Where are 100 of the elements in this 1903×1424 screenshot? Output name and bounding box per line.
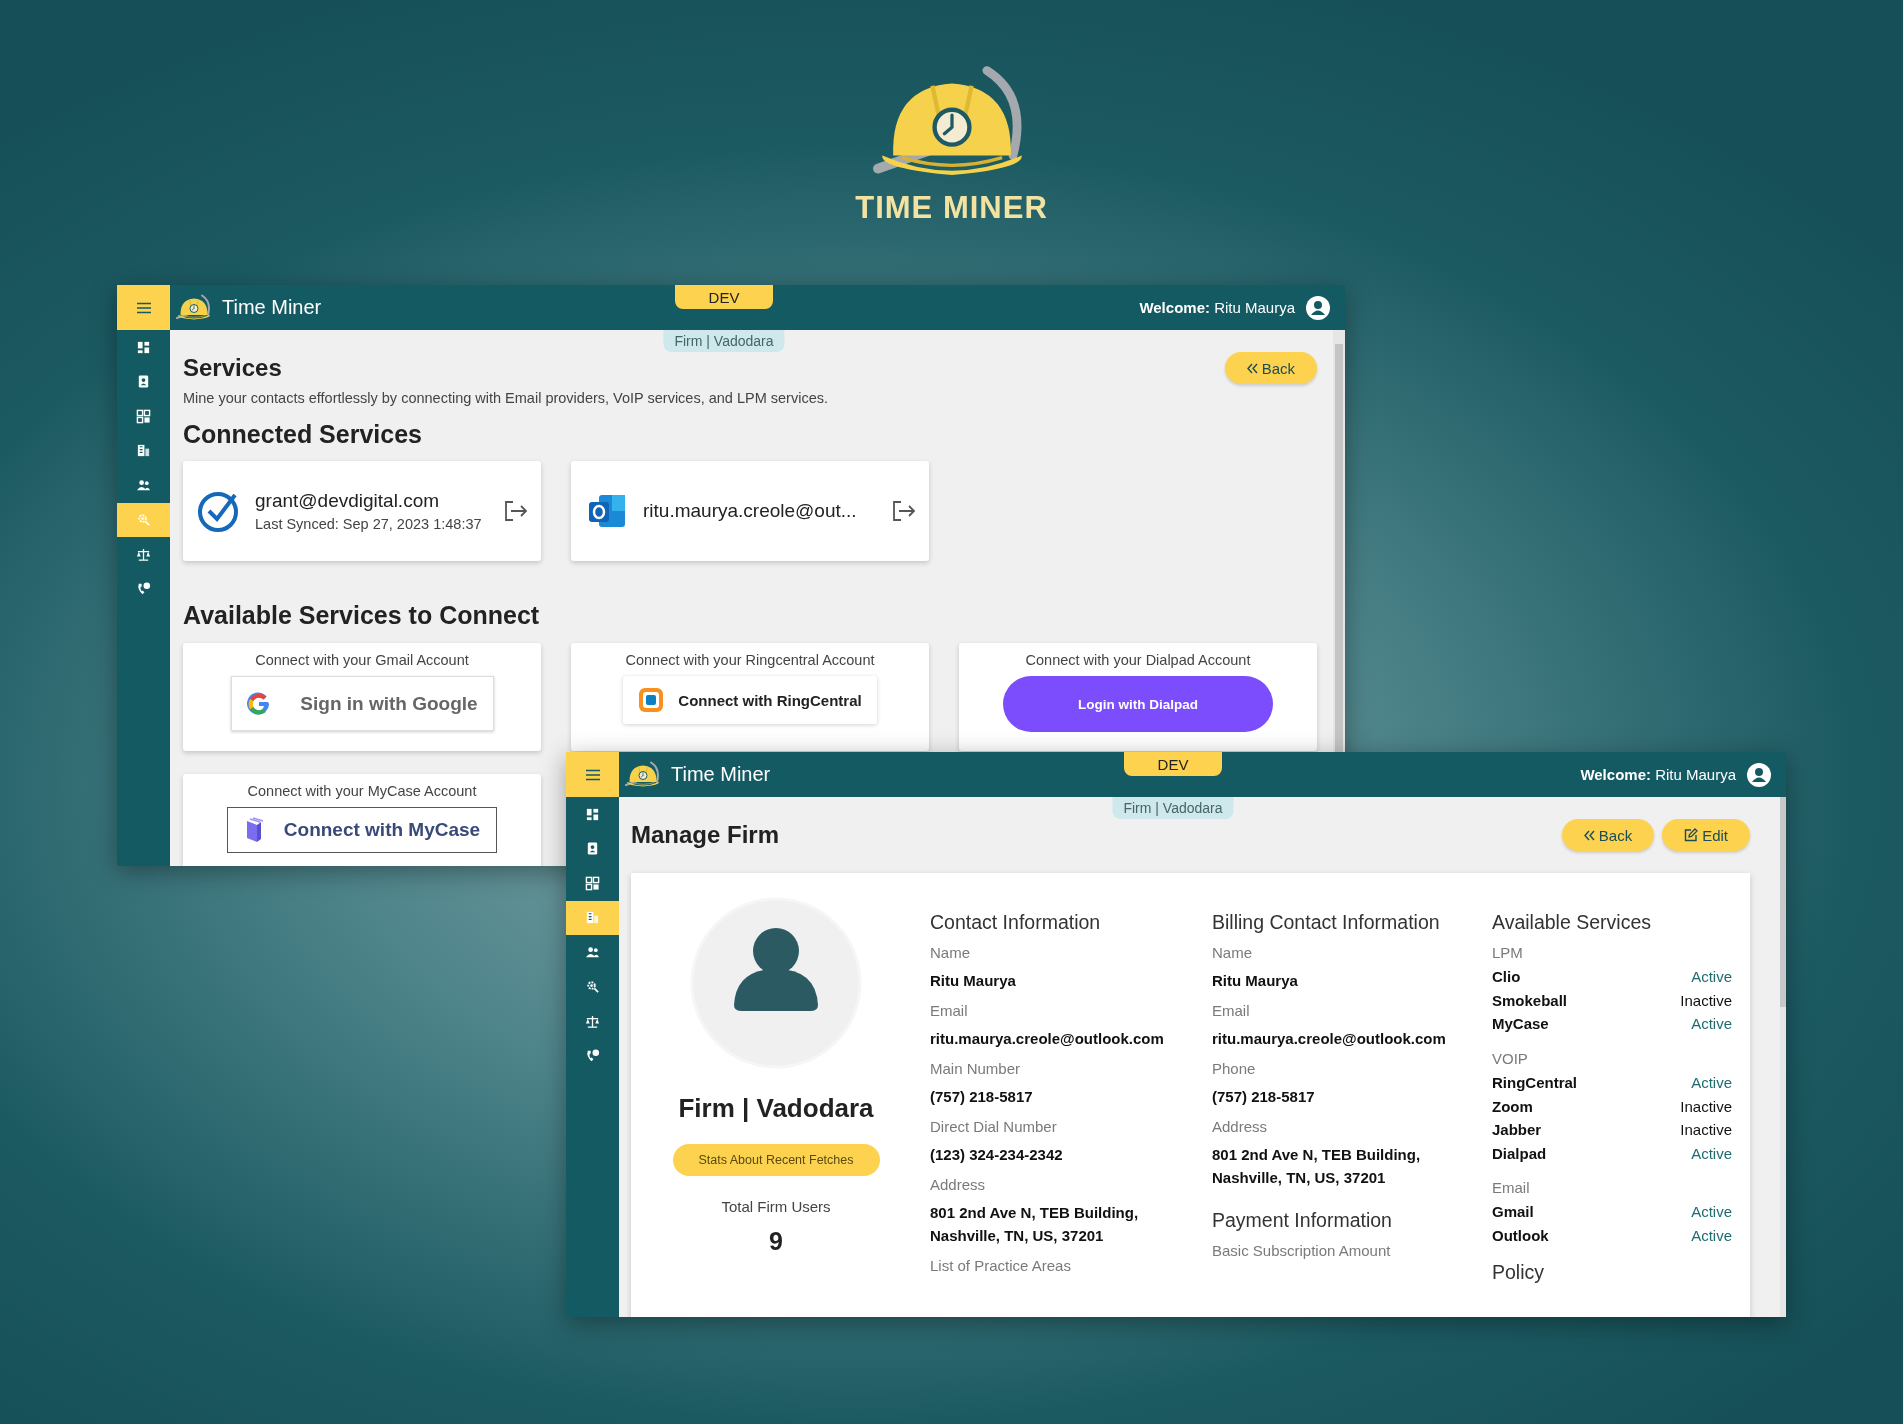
grid-icon: [585, 875, 600, 891]
service-name: Outlook: [1492, 1227, 1549, 1245]
phone-icon: [585, 1048, 600, 1064]
check-circle-icon: [197, 489, 241, 533]
ringcentral-connect-button[interactable]: Connect with RingCentral: [623, 676, 877, 724]
app-name: Time Miner: [671, 763, 771, 786]
menu-button[interactable]: [117, 285, 170, 330]
environment-badge: DEV: [675, 285, 773, 309]
field-label: Address: [1212, 1118, 1269, 1135]
field-value: (757) 218-5817: [930, 1087, 1034, 1107]
scales-icon: [585, 1013, 600, 1029]
page-title: Services: [183, 354, 282, 382]
users-icon: [136, 477, 151, 493]
field-value: Ritu Maurya: [1212, 971, 1299, 991]
welcome-text: Welcome: Ritu Maurya: [1580, 766, 1736, 783]
account-email: grant@devdigital.com: [255, 490, 441, 512]
user-avatar-icon[interactable]: [1305, 294, 1331, 321]
section-heading: Contact Information: [930, 911, 1102, 934]
section-heading: Available Services: [1492, 911, 1652, 934]
field-label: Phone: [1212, 1060, 1257, 1077]
service-status: Active: [1691, 1074, 1732, 1092]
group-label: VOIP: [1492, 1049, 1529, 1067]
field-label: Basic Subscription Amount: [1212, 1242, 1392, 1259]
menu-icon: [135, 301, 152, 314]
account-email: ritu.maurya.creole@out...: [643, 500, 858, 522]
field-value: 801 2nd Ave N, TEB Building, Nashville, TN, US, 37201: [1212, 1145, 1422, 1188]
scales-icon: [136, 546, 151, 562]
connect-prompt: Connect with your Ringcentral Account: [625, 652, 875, 668]
edit-icon: [1684, 828, 1699, 842]
service-status: Inactive: [1680, 1097, 1732, 1115]
field-label: Email: [1212, 1002, 1251, 1019]
service-status: Active: [1691, 1144, 1732, 1162]
service-name: Dialpad: [1492, 1144, 1547, 1162]
connect-prompt: Connect with your MyCase Account: [247, 783, 477, 799]
service-name: Jabber: [1492, 1121, 1542, 1139]
avatar-placeholder-icon: [690, 897, 862, 1069]
field-label: Name: [930, 944, 971, 961]
brand-name: TIME MINER: [855, 190, 1048, 226]
gear-search-icon: [136, 512, 151, 528]
service-name: RingCentral: [1492, 1074, 1577, 1092]
user-avatar-icon[interactable]: [1746, 761, 1772, 788]
service-status: Inactive: [1680, 991, 1732, 1009]
scrollbar[interactable]: [1780, 797, 1786, 1317]
mycase-connect-button[interactable]: Connect with MyCase: [227, 807, 497, 853]
section-heading: Policy: [1492, 1261, 1546, 1285]
service-status: Active: [1691, 968, 1732, 986]
service-name: Clio: [1492, 968, 1521, 986]
field-label: Name: [1212, 944, 1253, 961]
section-heading: Payment Information: [1212, 1209, 1393, 1232]
field-value: (757) 218-5817: [1212, 1087, 1316, 1107]
menu-button[interactable]: [566, 752, 619, 797]
users-label: Total Firm Users: [721, 1198, 831, 1215]
section-title: Available Services to Connect: [183, 601, 541, 630]
logout-icon[interactable]: [503, 499, 529, 523]
service-name: Gmail: [1492, 1203, 1534, 1221]
service-status: Active: [1691, 1203, 1732, 1221]
contact-card-icon: [136, 374, 151, 390]
logout-icon[interactable]: [891, 499, 917, 523]
field-value: 801 2nd Ave N, TEB Building, Nashville, TN, US, 37201: [930, 1203, 1140, 1246]
double-chevron-icon: [1583, 829, 1595, 841]
gear-search-icon: [585, 979, 600, 995]
connect-prompt: Connect with your Gmail Account: [255, 652, 469, 668]
field-value: ritu.maurya.creole@outlook.com: [930, 1029, 1165, 1049]
service-name: Smokeball: [1492, 991, 1568, 1009]
context-badge: Firm | Vadodara: [1112, 797, 1234, 819]
service-status: Active: [1691, 1227, 1732, 1245]
google-sign-in-button[interactable]: Sign in with Google: [230, 676, 494, 731]
app-name: Time Miner: [222, 296, 322, 319]
stats-button[interactable]: Stats About Recent Fetches: [672, 1144, 880, 1176]
back-button[interactable]: Back: [1224, 352, 1317, 384]
firm-name: Firm | Vadodara: [678, 1093, 874, 1124]
context-badge: Firm | Vadodara: [663, 330, 785, 352]
field-label: List of Practice Areas: [930, 1257, 1072, 1274]
app-logo-icon: [638, 687, 665, 713]
field-value: (123) 324-234-2342: [930, 1145, 1064, 1165]
building-icon: [585, 910, 600, 926]
sidebar-item[interactable]: [566, 900, 619, 935]
sidebar-item[interactable]: [117, 502, 170, 537]
group-label: Email: [1492, 1179, 1531, 1197]
field-label: Address: [930, 1176, 987, 1193]
dialpad-login-button[interactable]: Login with Dialpad: [1003, 676, 1273, 732]
grid-icon: [136, 408, 151, 424]
scrollbar[interactable]: [1333, 330, 1345, 752]
page-description: Mine your contacts effortlessly by connecting with Email providers, VoIP services, and LPM services.: [183, 390, 829, 406]
contact-card-icon: [585, 841, 600, 857]
phone-icon: [136, 581, 151, 597]
dashboard-icon: [136, 339, 151, 355]
environment-badge: DEV: [1124, 752, 1222, 776]
edit-button[interactable]: Edit: [1662, 819, 1750, 851]
users-count: 9: [769, 1227, 783, 1256]
service-status: Active: [1691, 1015, 1732, 1033]
back-button[interactable]: Back: [1561, 819, 1655, 851]
field-label: Main Number: [930, 1060, 1022, 1077]
field-label: Direct Dial Number: [930, 1118, 1058, 1135]
section-heading: Billing Contact Information: [1212, 911, 1441, 934]
field-value: Ritu Maurya: [930, 971, 1017, 991]
last-synced-text: Last Synced: Sep 27, 2023 1:48:37: [255, 516, 483, 532]
menu-icon: [584, 768, 601, 781]
group-label: LPM: [1492, 944, 1524, 961]
welcome-text: Welcome: Ritu Maurya: [1139, 299, 1295, 316]
